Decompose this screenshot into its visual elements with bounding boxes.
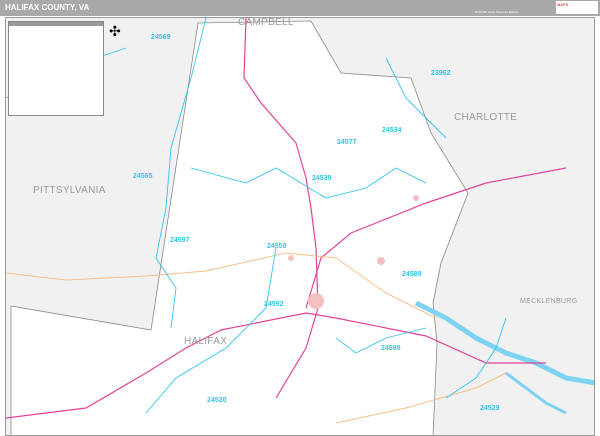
edition-label: 2026 ZIP Code Premium Edition: [475, 10, 518, 14]
map-title: HALIFAX COUNTY, VA: [5, 3, 90, 12]
zip-label: 24539: [312, 175, 332, 182]
county-label-campbell: CAMPBELL: [238, 17, 294, 28]
county-label-mecklenburg: MECKLENBURG: [520, 298, 578, 305]
county-label-halifax: HALIFAX: [184, 336, 228, 347]
county-label-pittsylvania: PITTSYLVANIA: [33, 185, 106, 196]
lake: [505, 371, 567, 415]
county-label-charlotte: CHARLOTTE: [454, 112, 518, 123]
zip-label: 24589: [402, 271, 422, 278]
header-bar: HALIFAX COUNTY, VA 2026 ZIP Code Premium…: [0, 0, 600, 16]
legend-panel: [8, 21, 104, 116]
zip-label: 24529: [480, 405, 500, 412]
zip-label: 24565: [133, 173, 153, 180]
compass-icon: ✣: [109, 23, 121, 39]
map-canvas[interactable]: ✣ CAMPBELL CHARLOTTE PITTSYLVANIA MECKLE…: [5, 17, 595, 436]
zip-label: 24597: [170, 237, 190, 244]
zip-label: 24569: [151, 34, 171, 41]
publisher-logo: MAPS: [556, 1, 598, 14]
zip-label: 24558: [267, 243, 287, 250]
zip-label: 24598: [381, 345, 401, 352]
zip-label: 24592: [264, 301, 284, 308]
logo-text: MAPS: [557, 2, 569, 7]
zip-label: 23962: [431, 70, 451, 77]
zip-label: 24577: [337, 139, 357, 146]
zip-label: 24534: [382, 127, 402, 134]
zip-label: 24520: [207, 397, 227, 404]
